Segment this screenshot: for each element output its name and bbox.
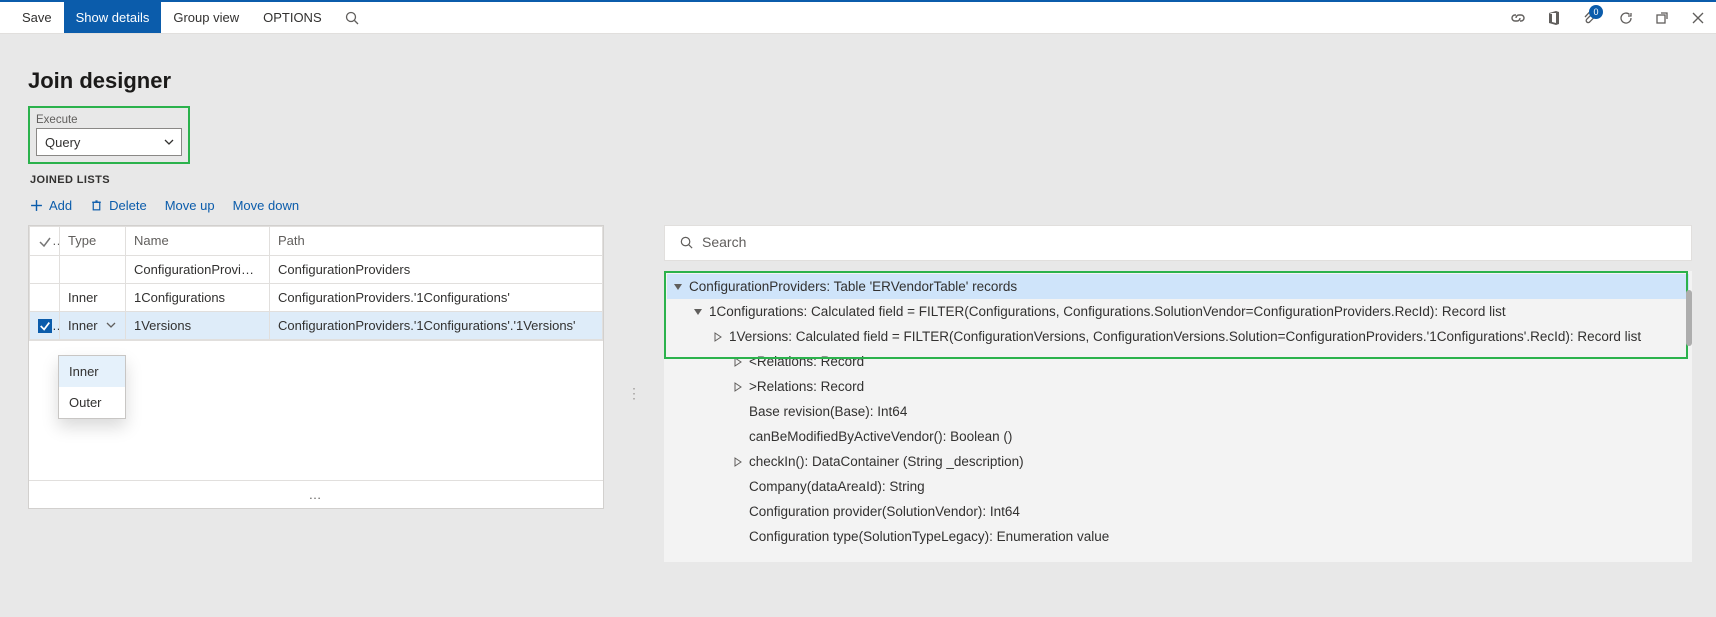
table-row[interactable]: ConfigurationProviders ConfigurationProv… (30, 255, 603, 283)
group-view-button[interactable]: Group view (161, 2, 251, 33)
trash-icon (90, 199, 103, 212)
tree-item-label: <Relations: Record (749, 354, 864, 369)
tree-item[interactable]: Configuration provider(SolutionVendor): … (667, 499, 1689, 524)
row-select[interactable] (30, 311, 60, 340)
type-option-outer[interactable]: Outer (59, 387, 125, 418)
grid-action-bar: Add Delete Move up Move down (28, 192, 1692, 225)
group-view-label: Group view (173, 10, 239, 25)
move-down-label: Move down (233, 198, 299, 213)
grid-header-path[interactable]: Path (270, 227, 603, 256)
add-label: Add (49, 198, 72, 213)
office-icon (1546, 10, 1562, 26)
chevron-down-icon (105, 319, 117, 331)
search-icon (679, 235, 694, 250)
search-label: Search (702, 234, 746, 250)
type-cell[interactable] (60, 255, 126, 283)
name-cell: ConfigurationProviders (126, 255, 270, 283)
tree-item[interactable]: Configuration type(SolutionTypeLegacy): … (667, 524, 1689, 549)
path-cell: ConfigurationProviders (270, 255, 603, 283)
type-cell[interactable]: Inner (60, 283, 126, 311)
move-up-label: Move up (165, 198, 215, 213)
type-option-inner[interactable]: Inner (59, 356, 125, 387)
link-icon (1510, 10, 1526, 26)
grid-header-type[interactable]: Type (60, 227, 126, 256)
type-cell[interactable]: Inner (60, 311, 126, 340)
chevron-down-icon (163, 136, 175, 148)
tree-item-label: Base revision(Base): Int64 (749, 404, 907, 419)
execute-value: Query (45, 135, 80, 150)
type-value: Inner (68, 318, 98, 333)
refresh-button[interactable] (1608, 2, 1644, 33)
grid-footer[interactable]: … (309, 487, 324, 502)
execute-group: Execute Query (28, 106, 190, 164)
add-button[interactable]: Add (30, 198, 72, 213)
tree-item-label: checkIn(): DataContainer (String _descri… (749, 454, 1024, 469)
delete-button[interactable]: Delete (90, 198, 147, 213)
search-button-right[interactable]: Search (673, 230, 752, 254)
check-icon (38, 235, 52, 249)
save-button[interactable]: Save (4, 2, 64, 33)
type-dropdown: Inner Outer (58, 355, 126, 419)
move-up-button[interactable]: Move up (165, 198, 215, 213)
tree-item-label: canBeModifiedByActiveVendor(): Boolean (… (749, 429, 1012, 444)
grid-header-select[interactable] (30, 227, 60, 256)
tree-item-label: 1Versions: Calculated field = FILTER(Con… (729, 329, 1641, 344)
search-bar: Search (664, 225, 1692, 261)
popout-button[interactable] (1644, 2, 1680, 33)
tree-item[interactable]: >Relations: Record (667, 374, 1689, 399)
office-button[interactable] (1536, 2, 1572, 33)
close-button[interactable] (1680, 2, 1716, 33)
page-title: Join designer (28, 68, 1692, 94)
move-down-button[interactable]: Move down (233, 198, 299, 213)
show-details-button[interactable]: Show details (64, 2, 162, 33)
tree-item[interactable]: Company(dataAreaId): String (667, 474, 1689, 499)
search-icon (344, 10, 360, 26)
tree-item-label: 1Configurations: Calculated field = FILT… (709, 304, 1506, 319)
checkbox-checked-icon (38, 319, 52, 333)
delete-label: Delete (109, 198, 147, 213)
search-button[interactable] (334, 2, 370, 33)
tree-item[interactable]: <Relations: Record (667, 349, 1689, 374)
grid-header-name[interactable]: Name (126, 227, 270, 256)
options-label: OPTIONS (263, 10, 322, 25)
popout-icon (1654, 10, 1670, 26)
name-cell: 1Configurations (126, 283, 270, 311)
notification-count: 0 (1589, 5, 1603, 19)
close-icon (1690, 10, 1706, 26)
joined-lists-label: JOINED LISTS (30, 174, 1692, 186)
refresh-icon (1618, 10, 1634, 26)
scrollbar-thumb[interactable] (1686, 290, 1692, 346)
tree-item[interactable]: 1Configurations: Calculated field = FILT… (667, 299, 1689, 324)
table-row[interactable]: Inner 1Versions ConfigurationProviders.'… (30, 311, 603, 340)
save-label: Save (22, 10, 52, 25)
notifications-button[interactable]: 0 (1572, 2, 1608, 33)
execute-combo[interactable]: Query (36, 128, 182, 156)
tree-item-label: Configuration provider(SolutionVendor): … (749, 504, 1020, 519)
tree-item[interactable]: 1Versions: Calculated field = FILTER(Con… (667, 324, 1689, 349)
tree-item[interactable]: checkIn(): DataContainer (String _descri… (667, 449, 1689, 474)
app-toolbar: Save Show details Group view OPTIONS 0 (0, 0, 1716, 34)
path-cell: ConfigurationProviders.'1Configurations'… (270, 311, 603, 340)
splitter-handle[interactable]: ⋮ (630, 225, 638, 562)
table-row[interactable]: Inner 1Configurations ConfigurationProvi… (30, 283, 603, 311)
tree-item[interactable]: Base revision(Base): Int64 (667, 399, 1689, 424)
tree-item-label: Company(dataAreaId): String (749, 479, 925, 494)
tree-item-label: ConfigurationProviders: Table 'ERVendorT… (689, 279, 1017, 294)
plus-icon (30, 199, 43, 212)
name-cell: 1Versions (126, 311, 270, 340)
show-details-label: Show details (76, 10, 150, 25)
row-select[interactable] (30, 255, 60, 283)
path-cell: ConfigurationProviders.'1Configurations' (270, 283, 603, 311)
tree-item[interactable]: ConfigurationProviders: Table 'ERVendorT… (667, 274, 1689, 299)
tree-item[interactable]: canBeModifiedByActiveVendor(): Boolean (… (667, 424, 1689, 449)
row-select[interactable] (30, 283, 60, 311)
tree-item-label: Configuration type(SolutionTypeLegacy): … (749, 529, 1109, 544)
data-source-tree: ConfigurationProviders: Table 'ERVendorT… (664, 271, 1692, 562)
link-button[interactable] (1500, 2, 1536, 33)
tree-item-label: >Relations: Record (749, 379, 864, 394)
execute-label: Execute (36, 114, 78, 126)
options-button[interactable]: OPTIONS (251, 2, 334, 33)
